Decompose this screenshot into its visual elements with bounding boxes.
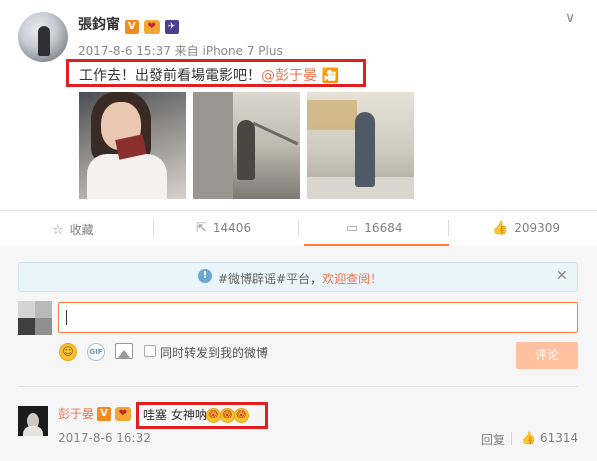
notice-link[interactable]: 欢迎查阅！: [322, 272, 382, 286]
active-tab-indicator: [304, 244, 449, 246]
scream-emoji-icon: 😱: [205, 408, 221, 423]
star-icon: ☆: [52, 223, 64, 238]
commenter-name[interactable]: 彭于晏: [58, 405, 94, 422]
comment-text: 哇塞 女神呐 😱 😱 😱: [143, 406, 249, 423]
repost-button[interactable]: ⇱ 14406: [196, 221, 251, 236]
post-text: 工作去！出發前看場電影吧！@彭于晏 🎦: [79, 65, 339, 85]
scream-emoji-icon: 😱: [233, 408, 249, 423]
info-icon: !: [198, 269, 212, 283]
my-avatar: [18, 301, 52, 335]
photo-thumbnail-1[interactable]: [79, 92, 186, 199]
action-bar-divider: [0, 210, 597, 211]
scream-emoji-icon: 😱: [219, 408, 235, 423]
close-icon[interactable]: ✕: [556, 268, 568, 284]
heart-badge-icon[interactable]: ❤: [143, 20, 160, 34]
comment-time: 2017-8-6 16:32: [58, 431, 151, 445]
comment-divider: [18, 386, 578, 387]
chevron-down-icon[interactable]: ∨: [565, 10, 575, 26]
author-avatar[interactable]: [18, 12, 68, 62]
comment-button[interactable]: ▭ 16684: [346, 221, 402, 236]
repost-checkbox[interactable]: [144, 345, 156, 357]
author-name[interactable]: 張鈞甯: [78, 17, 120, 33]
image-upload-icon[interactable]: [115, 343, 133, 359]
repost-icon: ⇱: [196, 221, 207, 236]
author-name-row: 張鈞甯 V ❤ ✈: [78, 14, 179, 34]
reply-button[interactable]: 回复: [481, 431, 505, 448]
text-caret: [66, 310, 67, 325]
action-separator: [153, 220, 154, 236]
comment-icon: ▭: [346, 221, 359, 236]
photo-thumbnail-3[interactable]: [307, 92, 414, 199]
verified-v-icon[interactable]: V: [97, 407, 111, 421]
cinema-emoji-icon: 🎦: [321, 68, 339, 84]
emoji-icon[interactable]: ☺: [59, 343, 77, 361]
photo-thumbnail-2[interactable]: [193, 92, 300, 199]
action-separator: [448, 220, 449, 236]
mention-link[interactable]: @彭于晏: [261, 68, 317, 84]
notice-text: #微博辟谣#平台，欢迎查阅！: [218, 272, 383, 286]
comment-like-button[interactable]: 👍 61314: [521, 431, 578, 445]
favorite-button[interactable]: ☆ 收藏: [52, 221, 94, 238]
comment-input[interactable]: [58, 302, 578, 333]
commenter-avatar[interactable]: [18, 406, 48, 436]
submit-comment-button[interactable]: 评论: [516, 342, 578, 369]
rocket-badge-icon[interactable]: ✈: [164, 20, 179, 34]
thumbs-up-icon: 👍: [492, 221, 509, 236]
thumbs-up-icon: 👍: [521, 431, 536, 445]
verified-v-icon[interactable]: V: [124, 20, 139, 34]
like-button[interactable]: 👍 209309: [492, 221, 560, 236]
action-separator: [298, 220, 299, 236]
gif-icon[interactable]: GIF: [87, 343, 105, 361]
post-text-main: 工作去！出發前看場電影吧！: [79, 68, 261, 84]
commenter-badges: V ❤: [97, 405, 131, 421]
repost-checkbox-label[interactable]: 同时转发到我的微博: [160, 344, 268, 361]
post-meta: 2017-8-6 15:37 来自 iPhone 7 Plus: [78, 44, 283, 58]
heart-badge-icon[interactable]: ❤: [114, 407, 131, 421]
comment-action-separator: [511, 432, 512, 445]
